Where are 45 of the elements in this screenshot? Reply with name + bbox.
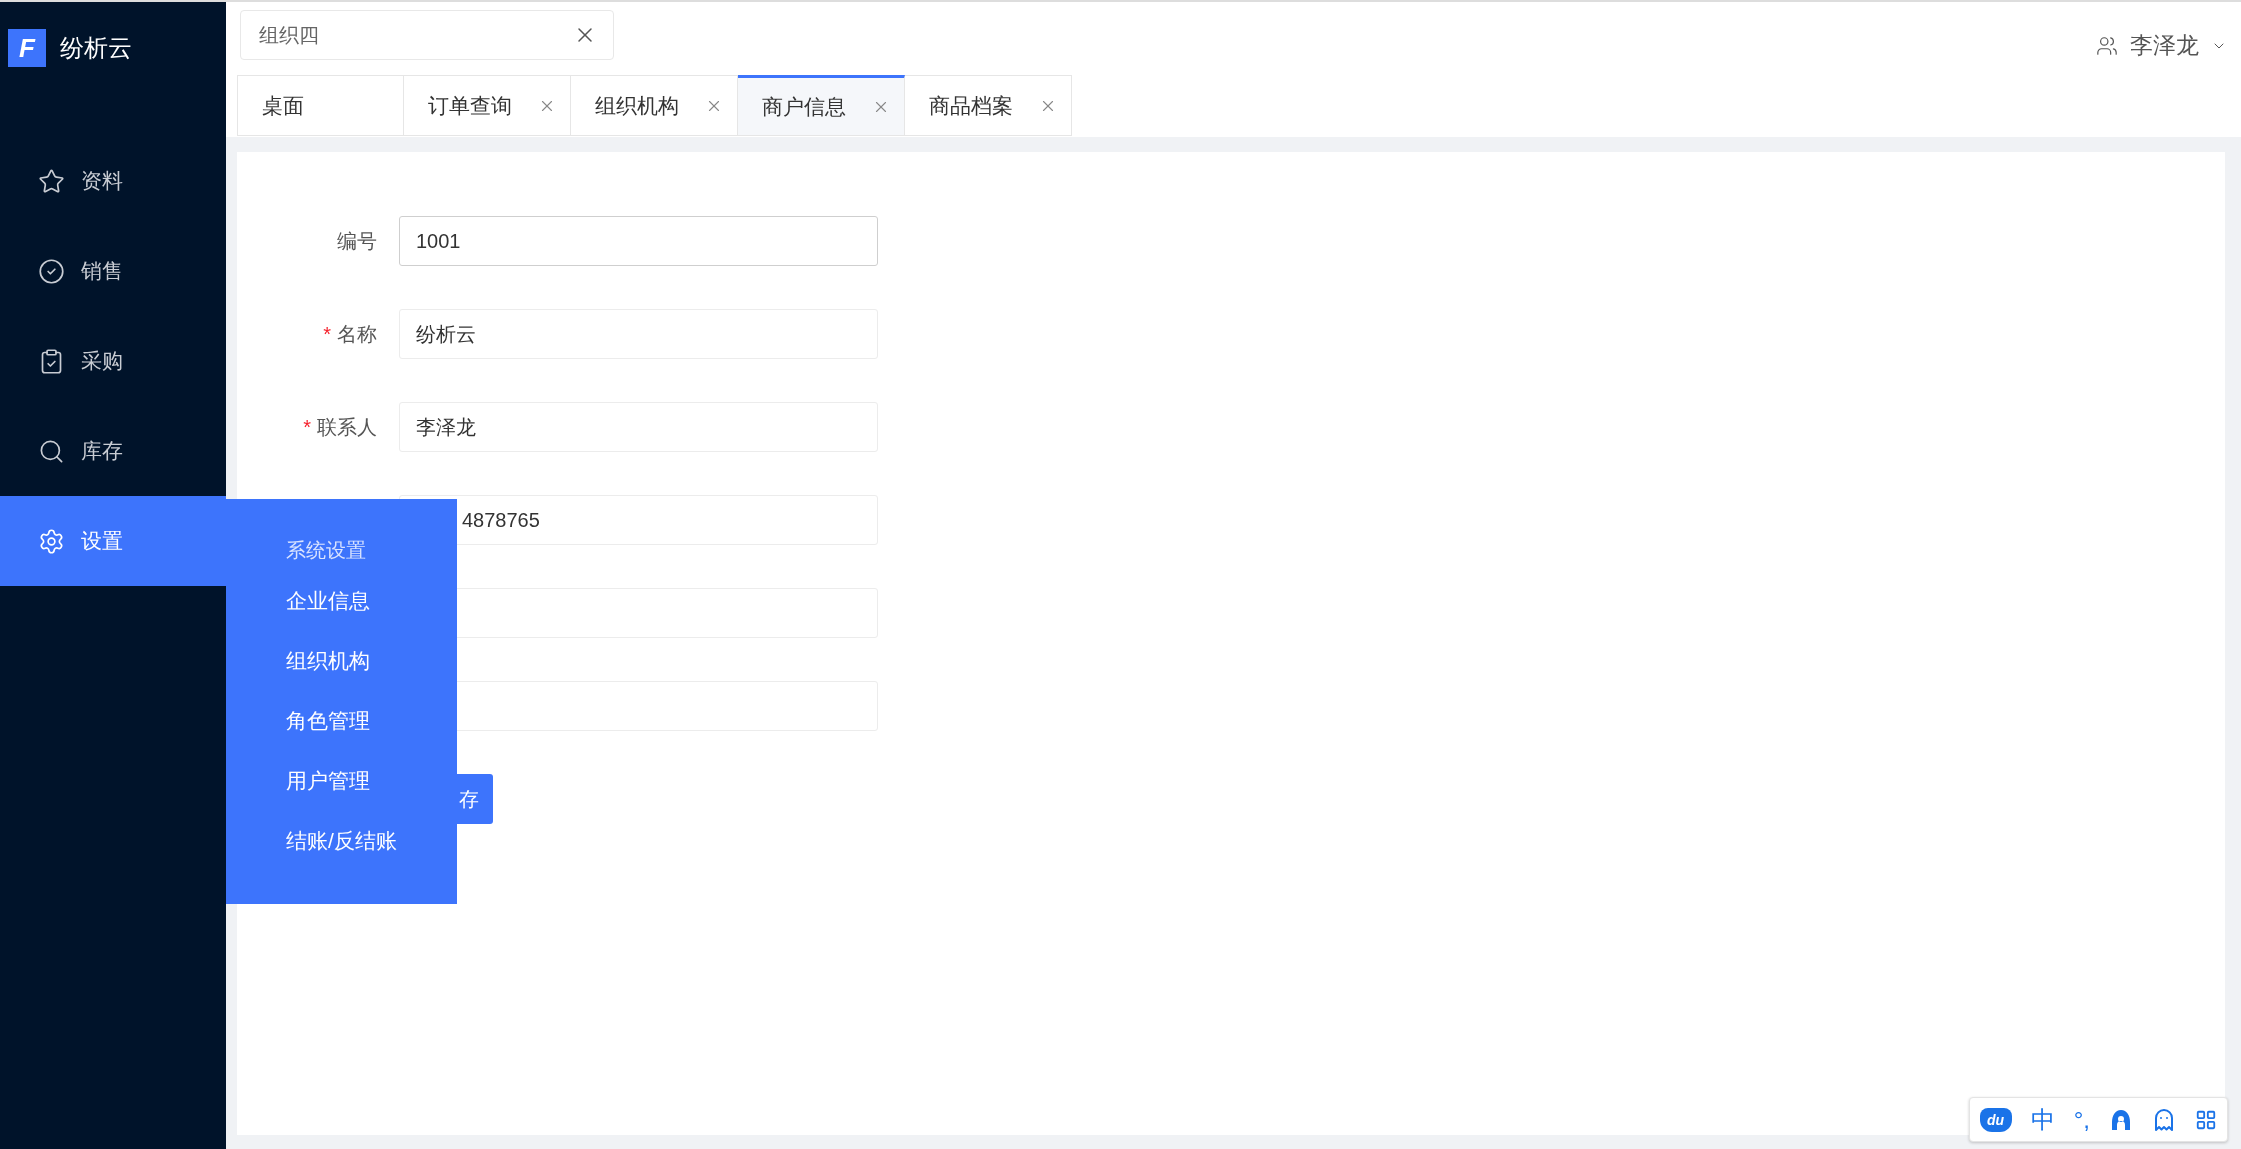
org-select-value: 组织四	[259, 22, 319, 48]
input-field[interactable]: 纷析云	[399, 309, 878, 359]
submenu-item[interactable]: 角色管理	[286, 691, 457, 751]
input-field[interactable]: 1001	[399, 216, 878, 266]
field-label: * 联系人	[302, 414, 377, 440]
ime-mode-toggle[interactable]: 中	[2030, 1103, 2055, 1136]
submenu-item[interactable]: 组织机构	[286, 631, 457, 691]
grid-icon[interactable]	[2195, 1108, 2218, 1131]
tab[interactable]: 商品档案	[905, 75, 1072, 136]
sidebar-item[interactable]: 资料	[0, 136, 226, 226]
settings-icon	[38, 527, 65, 555]
users-icon	[2096, 34, 2118, 57]
app-name: 纷析云	[60, 33, 132, 63]
star-icon	[38, 167, 65, 195]
org-select[interactable]: 组织四	[240, 10, 614, 60]
ime-punctuation-toggle[interactable]: °,	[2073, 1105, 2091, 1134]
logo-mark: F	[8, 29, 46, 67]
tab[interactable]: 商户信息	[738, 75, 905, 136]
tab-label: 商户信息	[762, 93, 846, 120]
sidebar-item[interactable]: 销售	[0, 226, 226, 316]
tab[interactable]: 订单查询	[404, 75, 571, 136]
sidebar-item[interactable]: 采购	[0, 316, 226, 406]
field-label: 编号	[336, 228, 377, 254]
sidebar-item-label: 库存	[81, 438, 123, 464]
sidebar-item-label: 设置	[81, 528, 123, 554]
input-field[interactable]: 李泽龙	[399, 402, 878, 452]
tab-label: 组织机构	[595, 92, 679, 119]
tab-label: 桌面	[262, 92, 304, 119]
tab-label: 订单查询	[428, 92, 512, 119]
sidebar-item[interactable]: 设置	[0, 496, 226, 586]
ime-logo[interactable]: du	[1979, 1107, 2012, 1132]
field-label: * 名称	[322, 321, 377, 347]
tab[interactable]: 桌面	[237, 75, 404, 136]
sidebar-item-label: 采购	[81, 348, 123, 374]
submenu-item[interactable]: 结账/反结账	[286, 811, 457, 871]
user-name[interactable]: 李泽龙	[2130, 30, 2199, 61]
sidebar-item[interactable]: 库存	[0, 406, 226, 496]
submenu-item[interactable]: 用户管理	[286, 751, 457, 811]
tab-label: 商品档案	[929, 92, 1013, 119]
submenu-item[interactable]: 企业信息	[286, 571, 457, 631]
tab[interactable]: 组织机构	[571, 75, 738, 136]
sidebar-item-label: 资料	[81, 168, 123, 194]
sidebar-item-label: 销售	[81, 258, 123, 284]
submenu-title: 系统设置	[286, 537, 367, 563]
check-circle-icon	[38, 257, 65, 285]
